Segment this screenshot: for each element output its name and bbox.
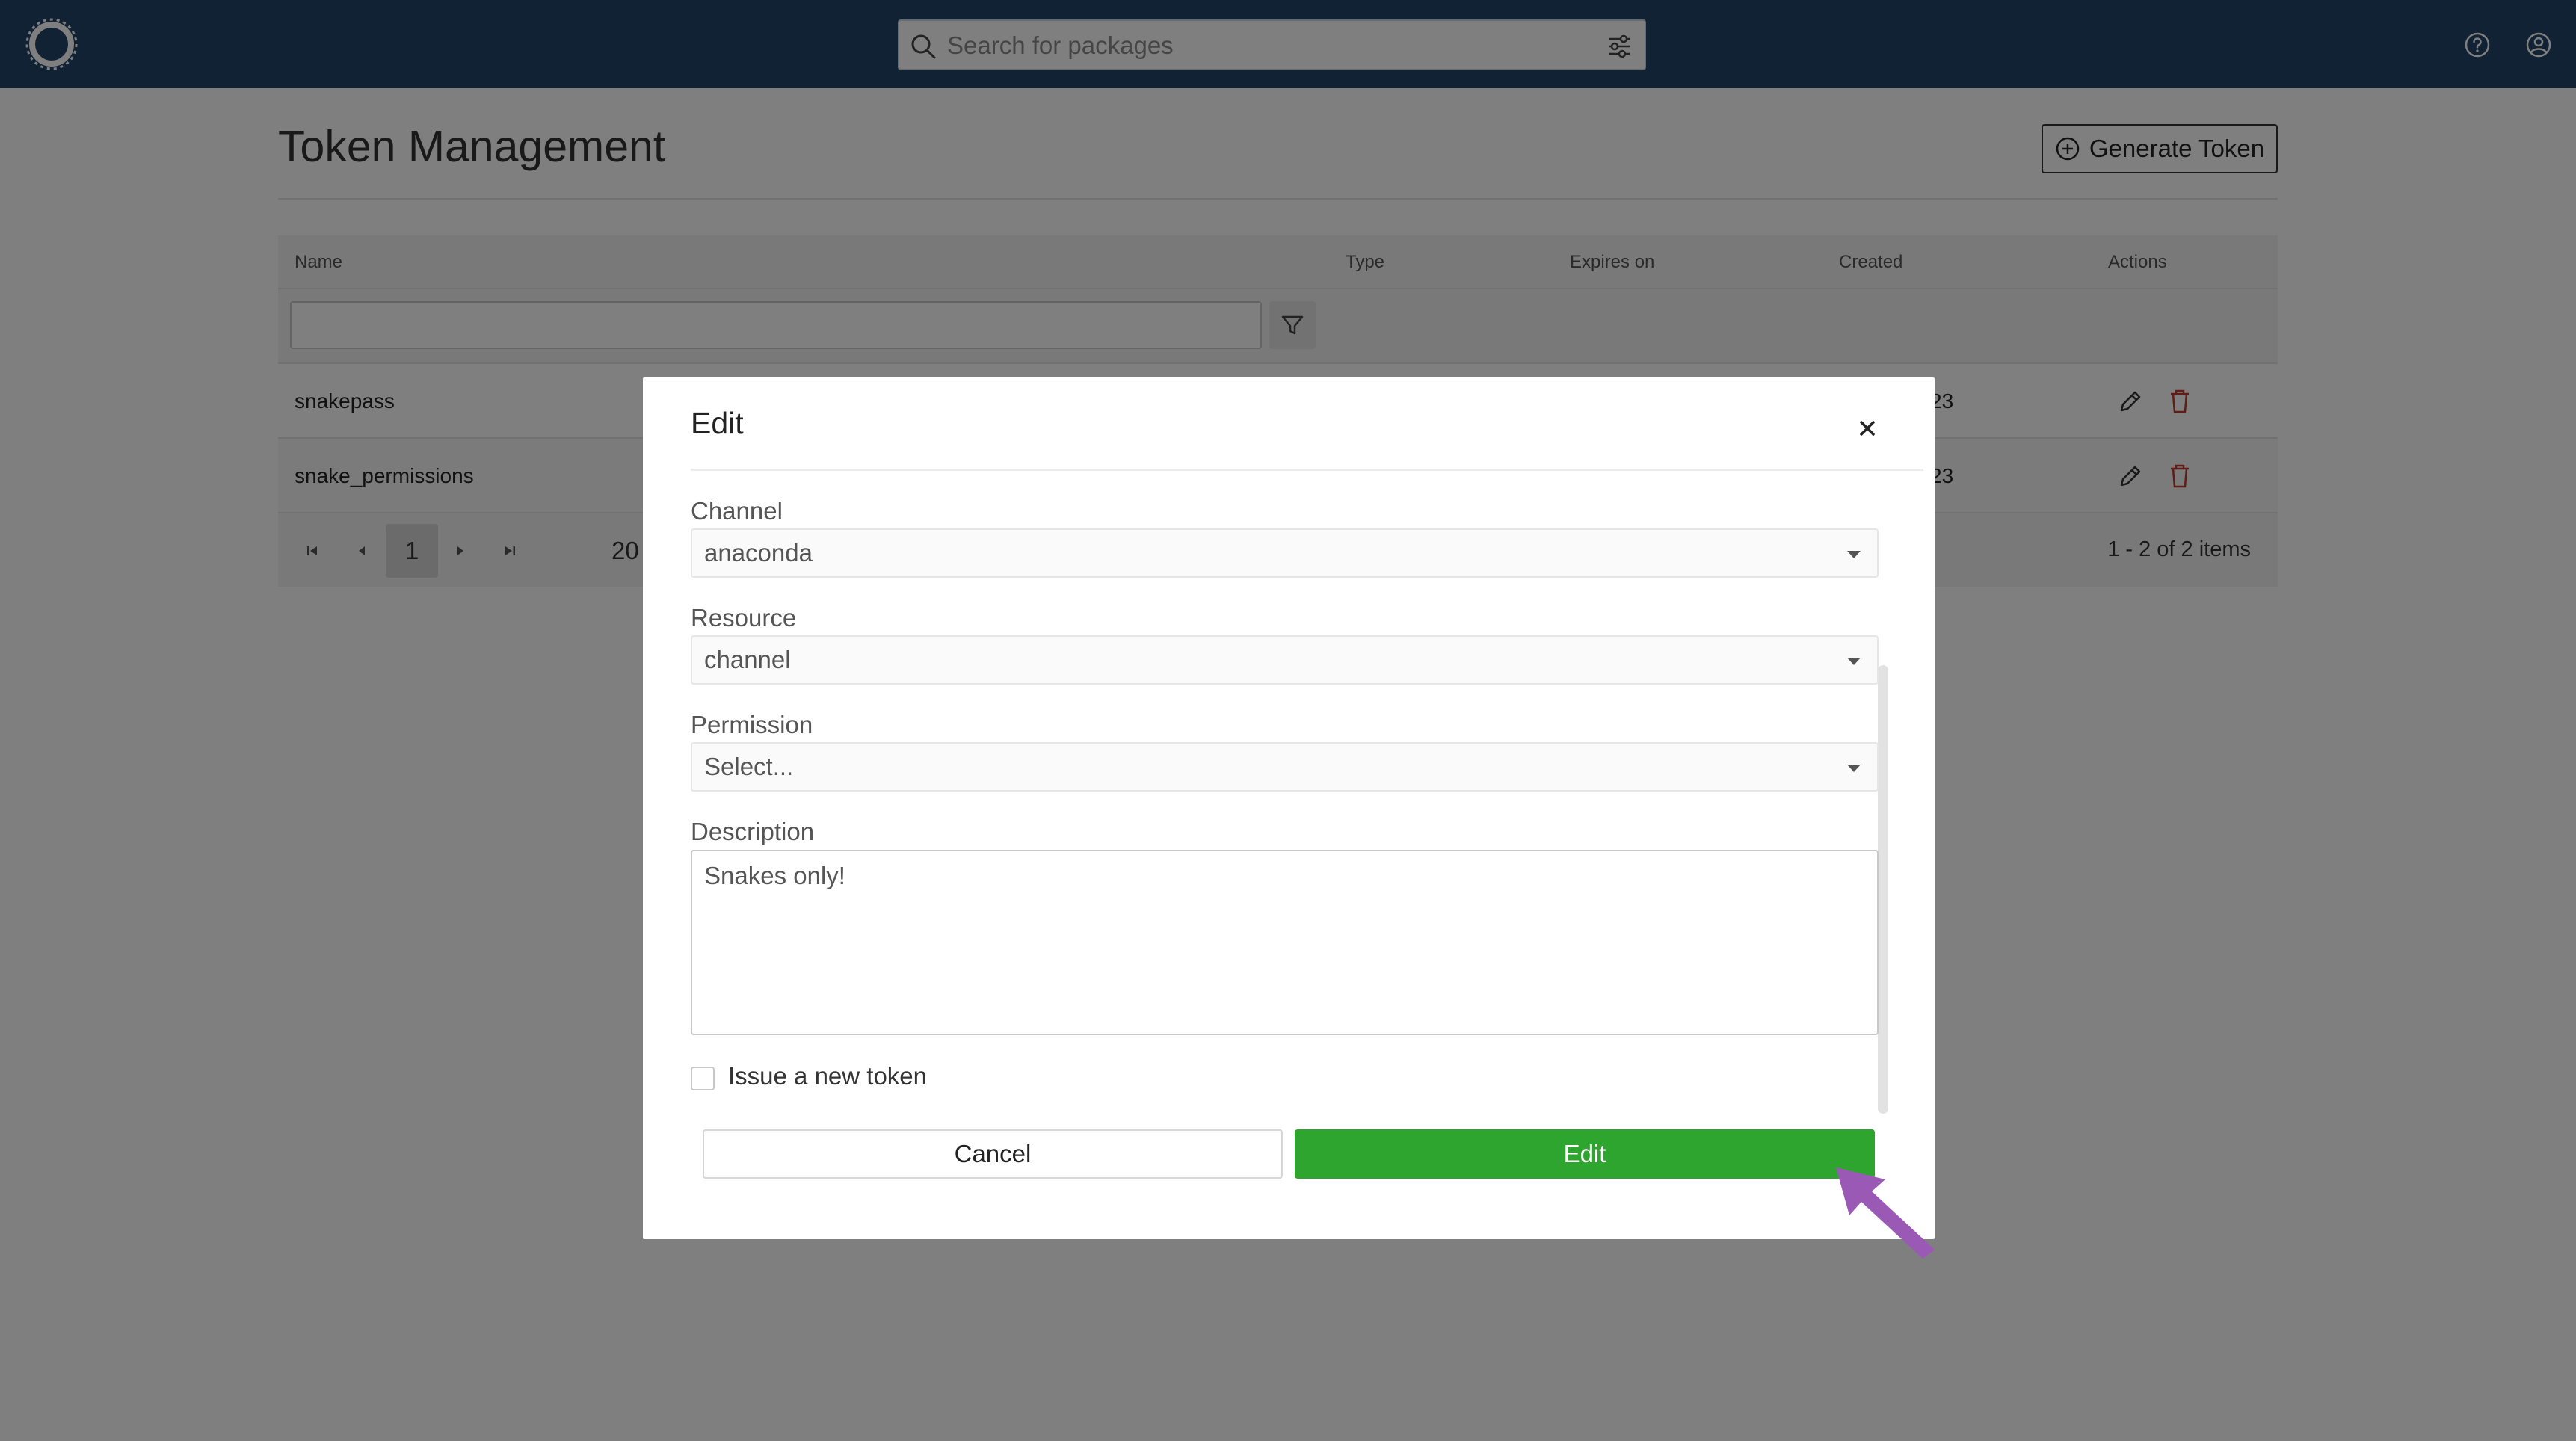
channel-label: Channel	[691, 497, 783, 525]
channel-value: anaconda	[704, 539, 813, 567]
chevron-down-icon	[1847, 658, 1861, 665]
chevron-down-icon	[1847, 765, 1861, 772]
channel-select[interactable]: anaconda	[691, 528, 1879, 578]
cancel-button[interactable]: Cancel	[703, 1129, 1283, 1179]
resource-label: Resource	[691, 604, 797, 632]
edit-token-dialog: Edit Channel anaconda Resource channel P…	[643, 377, 1935, 1239]
permission-label: Permission	[691, 711, 813, 738]
issue-new-token-checkbox[interactable]	[691, 1067, 715, 1090]
resource-select[interactable]: channel	[691, 635, 1879, 685]
permission-value: Select...	[704, 753, 794, 780]
dialog-title: Edit	[691, 406, 744, 440]
pointer-arrow-icon	[1836, 1167, 1935, 1259]
description-textarea[interactable]: Snakes only!	[691, 850, 1879, 1035]
close-button[interactable]	[1851, 412, 1884, 445]
close-icon	[1860, 421, 1875, 436]
permission-select[interactable]: Select...	[691, 742, 1879, 792]
chevron-down-icon	[1847, 551, 1861, 558]
edit-submit-button[interactable]: Edit	[1295, 1129, 1875, 1179]
dialog-divider	[691, 469, 1923, 471]
resource-value: channel	[704, 646, 791, 673]
description-label: Description	[691, 818, 815, 845]
issue-new-token-label[interactable]: Issue a new token	[728, 1062, 927, 1090]
dialog-scrollbar[interactable]	[1878, 665, 1888, 1114]
